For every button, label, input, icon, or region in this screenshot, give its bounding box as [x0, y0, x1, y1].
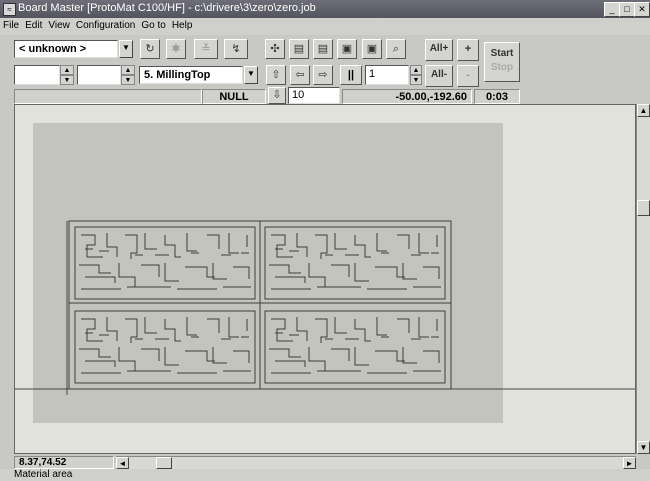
minus-button[interactable]: -	[457, 65, 479, 87]
status-pane-left	[14, 89, 202, 104]
menu-goto[interactable]: Go to	[138, 18, 168, 31]
menu-help[interactable]: Help	[169, 18, 196, 31]
cursor-position: 8.37,74.52	[14, 456, 114, 469]
start-label: Start	[490, 48, 514, 59]
title-bar: ≈ Board Master [ProtoMat C100/HF] - c:\d…	[0, 0, 650, 18]
layer-3-icon[interactable]: ▣	[337, 39, 357, 59]
x-offset-field[interactable]	[14, 65, 60, 85]
vacuum-icon[interactable]: ↯	[224, 39, 248, 59]
move-right-icon[interactable]: ⇨	[313, 65, 333, 85]
phase-combo-dropdown-icon[interactable]: ▼	[244, 66, 258, 84]
plus-button[interactable]: +	[457, 39, 479, 61]
all-plus-button[interactable]: All+	[425, 39, 453, 61]
step-field[interactable]: 1	[365, 65, 409, 85]
layer-2-icon[interactable]: ▤	[313, 39, 333, 59]
coords-display: -50.00,-192.60	[342, 89, 472, 104]
scroll-right-icon[interactable]: ►	[623, 457, 636, 469]
pause-button[interactable]: ||	[340, 65, 362, 85]
x-up-icon[interactable]: ▲	[60, 65, 74, 75]
minimize-button[interactable]: _	[604, 2, 620, 17]
layer-1-icon[interactable]: ▤	[289, 39, 309, 59]
tool-combo[interactable]: < unknown >	[14, 40, 118, 58]
close-button[interactable]: ✕	[634, 2, 650, 17]
layer-4-icon[interactable]: ▣	[362, 39, 382, 59]
time-display: 0:03	[474, 89, 520, 104]
menu-bar: File Edit View Configuration Go to Help	[0, 18, 650, 35]
horizontal-scrollbar[interactable]: ◄ ►	[116, 456, 636, 469]
move-up-icon[interactable]: ⇧	[266, 65, 286, 85]
move-left-icon[interactable]: ⇦	[290, 65, 310, 85]
lamp-icon[interactable]: ✱	[166, 39, 186, 59]
vertical-scrollbar[interactable]: ▲ ▼	[636, 104, 650, 454]
x-down-icon[interactable]: ▼	[60, 75, 74, 85]
board-view	[15, 123, 635, 423]
all-minus-button[interactable]: All-	[425, 65, 453, 87]
scroll-down-icon[interactable]: ▼	[637, 441, 650, 454]
step-up-icon[interactable]: ▲	[410, 65, 422, 75]
board-canvas[interactable]	[14, 104, 636, 454]
horizontal-scroll-thumb[interactable]	[156, 457, 172, 469]
menu-configuration[interactable]: Configuration	[73, 18, 138, 31]
scroll-up-icon[interactable]: ▲	[637, 104, 650, 117]
move-all-icon[interactable]: ✣	[265, 39, 285, 59]
null-label: NULL	[202, 89, 266, 104]
stop-label: Stop	[490, 62, 514, 73]
menu-edit[interactable]: Edit	[22, 18, 45, 31]
app-icon: ≈	[3, 3, 16, 16]
window-title: Board Master [ProtoMat C100/HF] - c:\dri…	[18, 2, 316, 14]
y-down-icon[interactable]: ▼	[121, 75, 135, 85]
start-stop-button[interactable]: Start Stop	[484, 42, 520, 82]
zoom-icon[interactable]: ⌕	[386, 39, 406, 59]
status-message: Material area	[14, 469, 73, 480]
drill-icon[interactable]: ≚	[194, 39, 218, 59]
menu-view[interactable]: View	[45, 18, 73, 31]
menu-file[interactable]: File	[0, 18, 22, 31]
y-offset-field[interactable]	[77, 65, 121, 85]
maximize-button[interactable]: □	[619, 2, 635, 17]
scroll-left-icon[interactable]: ◄	[116, 457, 129, 469]
status-bar: Material area	[0, 469, 650, 481]
phase-combo[interactable]: 5. MillingTop	[139, 66, 243, 84]
y-up-icon[interactable]: ▲	[121, 65, 135, 75]
move-distance-field[interactable]: 10	[288, 87, 340, 104]
move-down-icon[interactable]: ⇩	[268, 87, 286, 104]
step-down-icon[interactable]: ▼	[410, 75, 422, 85]
vertical-scroll-thumb[interactable]	[637, 200, 650, 216]
tool-combo-dropdown-icon[interactable]: ▼	[119, 40, 133, 58]
refresh-icon[interactable]: ↻	[140, 39, 160, 59]
